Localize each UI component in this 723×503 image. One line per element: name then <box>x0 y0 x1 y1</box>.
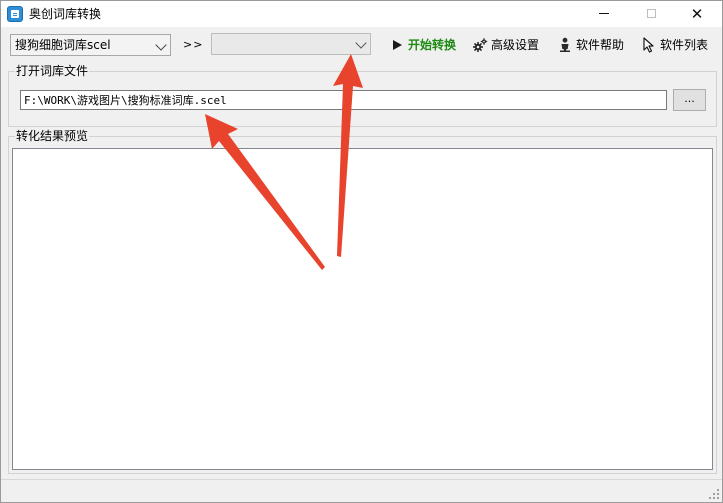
play-icon <box>393 40 402 50</box>
gears-icon <box>473 38 488 52</box>
person-icon <box>560 37 570 52</box>
minimize-icon <box>599 13 609 14</box>
status-bar <box>1 479 722 502</box>
software-list-label: 软件列表 <box>660 38 709 52</box>
source-format-value: 搜狗细胞词库scel <box>15 38 111 52</box>
cursor-icon <box>643 37 654 53</box>
maximize-button[interactable] <box>628 1 674 27</box>
preview-textarea[interactable] <box>12 148 713 470</box>
software-help-label: 软件帮助 <box>576 38 625 52</box>
preview-legend: 转化结果预览 <box>15 128 90 144</box>
title-bar: 奥创词库转换 ✕ <box>1 1 722 27</box>
close-icon: ✕ <box>690 5 704 23</box>
resize-grip[interactable] <box>709 489 719 499</box>
target-format-select[interactable] <box>211 33 371 55</box>
software-list-button[interactable]: 软件列表 <box>641 34 711 56</box>
open-file-legend: 打开词库文件 <box>15 63 90 79</box>
close-button[interactable]: ✕ <box>674 1 720 27</box>
browse-button[interactable]: ... <box>673 89 706 111</box>
advanced-settings-label: 高级设置 <box>491 38 540 52</box>
start-convert-label: 开始转换 <box>408 38 457 52</box>
start-convert-button[interactable]: 开始转换 <box>390 34 460 56</box>
format-separator: >> <box>183 38 204 51</box>
source-format-select[interactable]: 搜狗细胞词库scel <box>10 34 171 56</box>
chevron-down-icon <box>355 37 367 49</box>
app-logo-icon <box>7 6 23 22</box>
file-path-input[interactable] <box>20 90 667 110</box>
chevron-down-icon <box>155 39 167 51</box>
maximize-icon <box>646 9 656 18</box>
window-title: 奥创词库转换 <box>29 7 102 21</box>
advanced-settings-button[interactable]: 高级设置 <box>472 34 542 56</box>
minimize-button[interactable] <box>581 1 627 27</box>
software-help-button[interactable]: 软件帮助 <box>557 34 627 56</box>
app-window: 奥创词库转换 ✕ 搜狗细胞词库scel >> 开始转换 高级设置 软件帮助 软件… <box>0 0 723 503</box>
